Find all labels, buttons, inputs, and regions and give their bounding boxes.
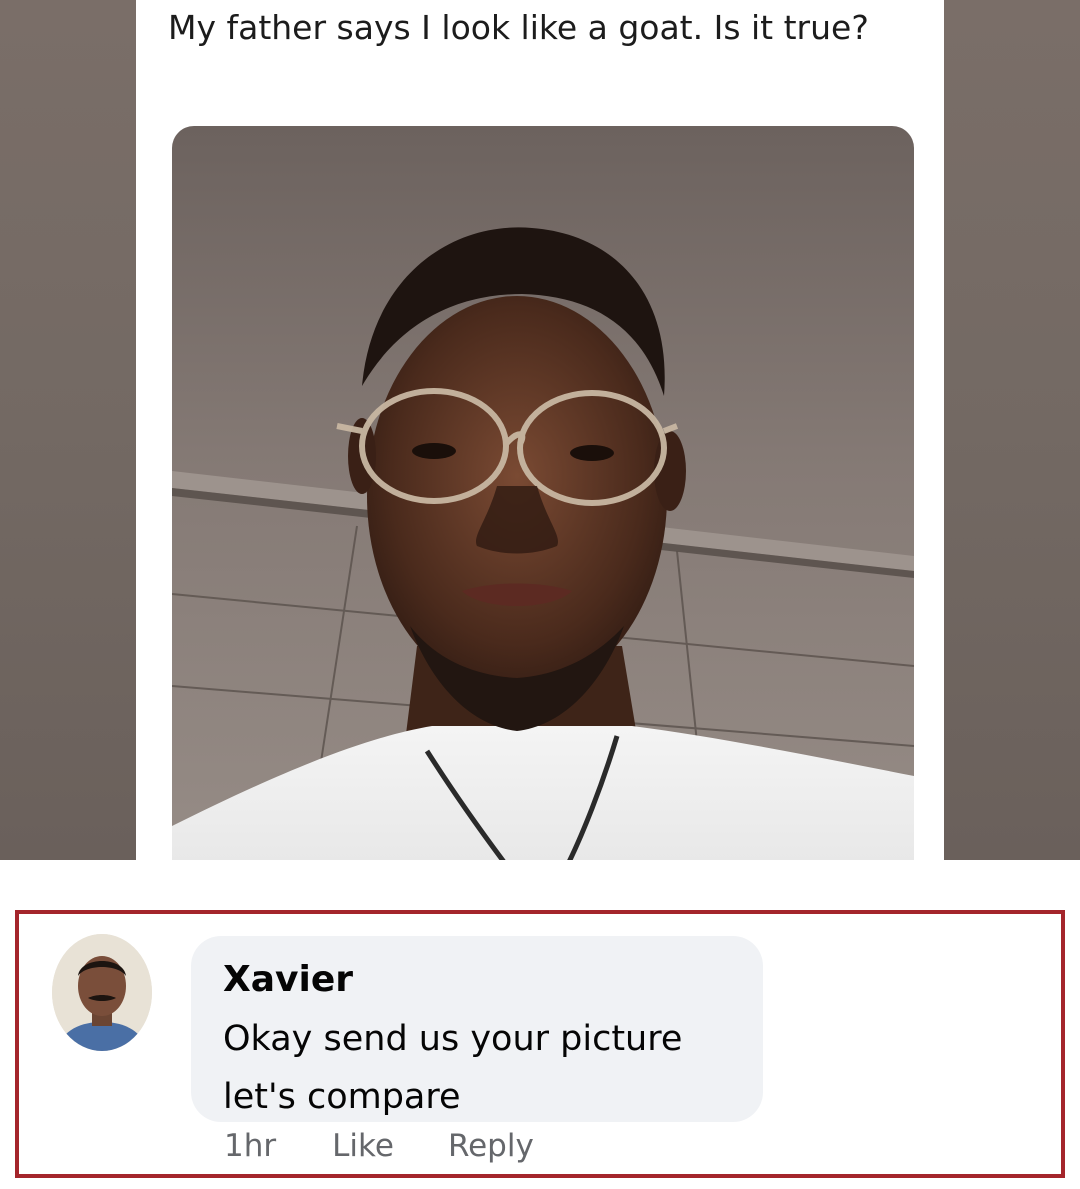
comment-text: Okay send us your picture let's compare xyxy=(223,1019,683,1117)
post-photo[interactable] xyxy=(172,126,914,860)
comment-bubble: Xavier Okay send us your picture let's c… xyxy=(191,936,763,1122)
reply-button[interactable]: Reply xyxy=(448,1128,534,1164)
like-button[interactable]: Like xyxy=(332,1128,394,1164)
background-blur-left xyxy=(0,0,136,860)
comment-author[interactable]: Xavier xyxy=(223,958,353,1002)
comment-highlight-box: Xavier Okay send us your picture let's c… xyxy=(15,910,1065,1178)
avatar-icon xyxy=(52,934,152,1051)
selfie-photo-illustration xyxy=(172,126,914,860)
post-text: My father says I look like a goat. Is it… xyxy=(168,8,869,47)
comment-actions: 1hr Like Reply xyxy=(224,1124,588,1168)
comment-timestamp[interactable]: 1hr xyxy=(224,1128,276,1164)
post-card: My father says I look like a goat. Is it… xyxy=(136,0,944,860)
background-blur-right xyxy=(944,0,1080,860)
user-avatar[interactable] xyxy=(52,934,152,1051)
